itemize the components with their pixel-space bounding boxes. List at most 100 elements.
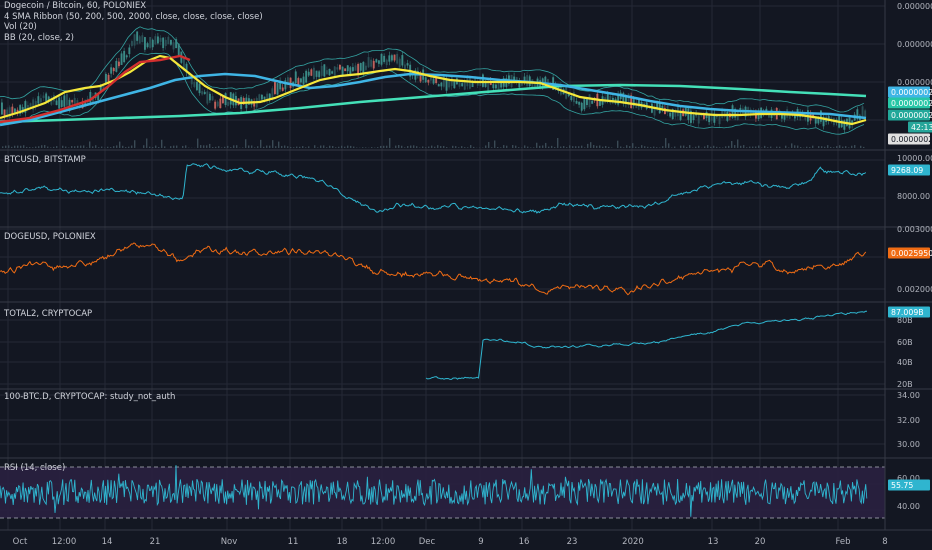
volume-bar (371, 147, 373, 148)
price-tag-label: 87.009B (891, 308, 924, 317)
candle-body (583, 98, 586, 110)
volume-bar (317, 147, 319, 148)
volume-indicator-label[interactable]: Vol (20) (4, 22, 263, 33)
candle-body (320, 65, 323, 76)
volume-bar (110, 147, 112, 148)
volume-bar (443, 145, 445, 148)
volume-bar (485, 145, 487, 148)
candle-body (300, 78, 302, 83)
candle-body (341, 66, 344, 76)
volume-bar (797, 145, 799, 148)
rsi-pane[interactable] (0, 465, 885, 519)
volume-bar (143, 145, 145, 148)
volume-bar (455, 146, 457, 148)
volume-bar (62, 145, 64, 148)
volume-bar (440, 146, 442, 148)
price-tag-label: 9268.09 (891, 166, 923, 175)
volume-bar (20, 145, 22, 148)
btcusd-legend[interactable]: BTCUSD, BITSTAMP (4, 155, 86, 166)
time-axis-label: Nov (221, 537, 238, 547)
total2-legend[interactable]: TOTAL2, CRYPTOCAP (4, 309, 92, 320)
sma-ribbon-indicator-label[interactable]: 4 SMA Ribbon (50, 200, 500, 2000, close,… (4, 12, 263, 23)
candle-body (1, 102, 3, 115)
volume-bar (818, 146, 820, 148)
volume-bar (533, 147, 535, 148)
candle-body (380, 53, 383, 65)
volume-bar (563, 146, 565, 148)
candle-body (661, 105, 664, 109)
volume-bar (161, 139, 163, 148)
candle-body (500, 82, 503, 88)
candle-body (820, 110, 822, 122)
volume-bar (146, 138, 148, 148)
candle-body (110, 67, 113, 74)
btc-dominance-legend[interactable]: 100-BTC.D, CRYPTOCAP: study_not_auth (4, 392, 175, 403)
price-tag-label: 0.00000029 (891, 88, 932, 97)
volume-bar (398, 145, 400, 148)
bollinger-bands-indicator-label[interactable]: BB (20, close, 2) (4, 33, 263, 44)
volume-bar (602, 146, 604, 148)
candle-body (339, 64, 341, 70)
candle-body (703, 114, 705, 119)
candle-body (323, 64, 326, 77)
volume-bar (503, 145, 505, 148)
volume-bar (665, 138, 667, 148)
candle-body (435, 77, 438, 84)
volume-bar (170, 146, 172, 148)
volume-bar (725, 146, 727, 148)
volume-bar (425, 147, 427, 148)
volume-bar (575, 146, 577, 148)
volume-bar (35, 146, 37, 148)
volume-bar (74, 146, 76, 148)
candle-body (357, 63, 360, 75)
volume-bar (491, 147, 493, 148)
volume-bar (428, 146, 430, 148)
volume-bar (56, 146, 58, 148)
trading-chart[interactable]: 0.000000380.000000340.0000003010000.0080… (0, 0, 932, 550)
volume-bar (683, 145, 685, 148)
candle-body (385, 59, 388, 66)
volume-bar (734, 145, 736, 148)
volume-bar (98, 147, 100, 148)
candle-body (66, 93, 68, 106)
dogeusd-legend[interactable]: DOGEUSD, POLONIEX (4, 232, 96, 243)
volume-bar (467, 147, 469, 148)
candle-body (427, 79, 430, 83)
candle-body (211, 96, 214, 101)
volume-bar (320, 145, 322, 148)
volume-bar (290, 146, 292, 148)
volume-bar (626, 145, 628, 148)
candle-body (105, 73, 107, 84)
candle-body (261, 94, 263, 100)
rsi-legend[interactable]: RSI (14, close) (4, 463, 65, 474)
volume-bar (827, 145, 829, 148)
volume-bar (41, 145, 43, 148)
volume-bar (560, 146, 562, 148)
candle-body (177, 43, 180, 56)
time-axis-label: 12:00 (52, 537, 77, 547)
candle-body (326, 70, 328, 75)
volume-bar (416, 146, 418, 148)
candle-body (440, 82, 443, 87)
candle-body (224, 93, 227, 106)
time-axis-label: 11 (288, 537, 299, 547)
price-axis-tick-label: 0.00000038 (897, 2, 932, 11)
volume-bar (806, 146, 808, 148)
price-axis-tick-label: 0.00000030 (897, 78, 932, 87)
volume-bar (704, 146, 706, 148)
candle-body (55, 100, 58, 106)
volume-bar (284, 145, 286, 148)
volume-bar (854, 145, 856, 148)
candle-body (365, 65, 367, 70)
candle-body (359, 63, 362, 71)
volume-bar (212, 147, 214, 148)
volume-bar (395, 145, 397, 148)
candle-body (430, 77, 432, 81)
volume-bar (353, 146, 355, 148)
time-axis-label: 14 (102, 537, 113, 547)
candle-body (367, 57, 370, 68)
volume-bar (566, 147, 568, 148)
volume-bar (155, 145, 157, 148)
volume-bar (656, 147, 658, 148)
main-symbol-title[interactable]: Dogecoin / Bitcoin, 60, POLONIEX (4, 1, 263, 12)
